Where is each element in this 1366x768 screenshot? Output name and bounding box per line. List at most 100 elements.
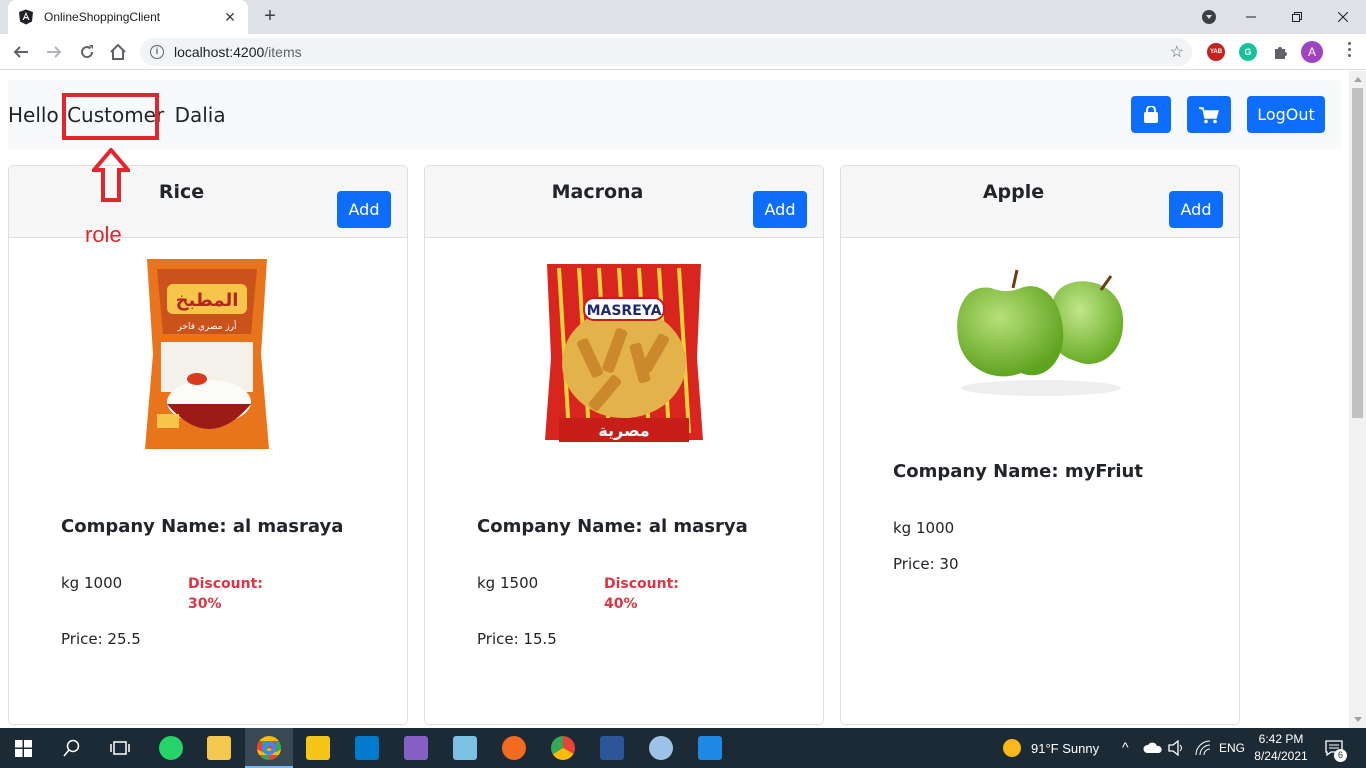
browser-menu-icon[interactable] (1348, 42, 1352, 60)
new-tab-button[interactable]: + (258, 5, 282, 29)
product-price: Price: 25.5 (61, 630, 141, 648)
volume-icon[interactable] (1168, 740, 1186, 756)
windows-start-icon[interactable] (15, 740, 32, 757)
product-price: Price: 30 (893, 555, 959, 573)
browser-tab[interactable]: OnlineShoppingClient ✕ (8, 0, 248, 34)
word-icon[interactable] (600, 736, 624, 760)
product-title: Apple (982, 181, 1045, 203)
svg-text:أرز مصري فاخر: أرز مصري فاخر (176, 320, 236, 332)
company-name: Company Name: al masrya (477, 516, 748, 537)
file-explorer-icon[interactable] (207, 736, 231, 760)
forward-button[interactable] (42, 40, 66, 64)
cart-button[interactable] (1187, 96, 1231, 133)
paint-icon[interactable] (649, 736, 673, 760)
product-price: Price: 15.5 (477, 630, 557, 648)
product-discount: Discount: 40% (604, 576, 679, 612)
postman-icon[interactable] (502, 736, 526, 760)
close-window-button[interactable] (1320, 0, 1366, 34)
product-card-rice: Rice Add المطبخ أرز مصري فاخر Company Na… (8, 165, 408, 725)
page-scrollbar[interactable] (1349, 71, 1366, 728)
shopping-bag-icon (1144, 105, 1158, 123)
minimize-button[interactable] (1228, 0, 1274, 34)
role-highlight-box (62, 93, 159, 140)
role-annotation-label: role (85, 222, 122, 247)
greeting-user-name: Dalia (174, 103, 226, 127)
whatsapp-icon[interactable] (159, 736, 183, 760)
shopping-cart-icon (1199, 106, 1219, 123)
chrome-icon-2[interactable] (551, 736, 575, 760)
site-info-icon[interactable]: i (150, 45, 164, 59)
add-to-cart-button[interactable]: Add (337, 191, 391, 228)
profile-avatar[interactable]: A (1301, 41, 1323, 63)
orders-button[interactable] (1131, 96, 1171, 133)
tab-close-icon[interactable]: ✕ (222, 9, 238, 26)
add-to-cart-button[interactable]: Add (1169, 191, 1223, 228)
product-quantity: kg 1000 (61, 574, 123, 592)
company-name: Company Name: al masraya (61, 516, 344, 537)
restore-icon (1292, 12, 1302, 22)
svg-text:مصرية: مصرية (598, 421, 649, 440)
product-card-apple: Apple Add Company Name: myFriut kg 1000 … (840, 165, 1240, 725)
sun-weather-icon[interactable] (1003, 739, 1021, 757)
notepad-icon[interactable] (453, 736, 477, 760)
rice-bag-image: المطبخ أرز مصري فاخر (145, 259, 269, 449)
scroll-down-icon[interactable] (1354, 717, 1362, 722)
scroll-thumb[interactable] (1352, 88, 1363, 418)
notification-count-badge: 6 (1334, 749, 1347, 762)
close-icon (1338, 12, 1348, 22)
product-quantity: kg 1000 (893, 519, 955, 537)
product-card-macrona: Macrona Add MASREYA مصرية Company Name: … (424, 165, 824, 725)
up-arrow-annotation-icon (92, 148, 130, 202)
home-button[interactable] (106, 40, 130, 64)
add-to-cart-button[interactable]: Add (753, 191, 807, 228)
url-text: localhost:4200/items (174, 44, 302, 60)
home-icon (110, 43, 126, 60)
tab-search-icon[interactable] (1202, 10, 1216, 24)
grammarly-extension-icon[interactable]: G (1239, 43, 1257, 61)
search-icon[interactable] (63, 739, 81, 757)
reload-icon (81, 45, 94, 59)
bookmark-star-icon[interactable]: ☆ (1170, 42, 1184, 62)
tab-title: OnlineShoppingClient (44, 10, 161, 24)
onedrive-cloud-icon[interactable] (1143, 742, 1163, 754)
arrow-right-icon (47, 46, 62, 58)
wifi-icon[interactable] (1195, 740, 1211, 756)
product-discount: Discount: 30% (188, 576, 263, 612)
greeting-hello: Hello (8, 103, 59, 127)
product-title: Rice (158, 181, 205, 203)
visual-studio-icon[interactable] (404, 736, 428, 760)
vscode-icon[interactable] (355, 736, 379, 760)
scroll-up-icon[interactable] (1354, 77, 1362, 82)
language-indicator[interactable]: ENG (1219, 741, 1245, 755)
page-viewport: Hello Customer Dalia LogOut Rice Add الم… (0, 71, 1349, 728)
windows-taskbar: 91°F Sunny ^ ENG 6:42 PM 8/24/2021 6 (0, 728, 1366, 768)
photos-icon[interactable] (698, 736, 722, 760)
angular-icon (19, 9, 33, 25)
product-quantity: kg 1500 (477, 574, 539, 592)
chrome-icon[interactable] (257, 736, 281, 760)
task-view-icon[interactable] (110, 739, 130, 757)
yab-extension-icon[interactable]: YAB (1207, 43, 1225, 61)
minimize-icon (1246, 16, 1256, 18)
company-name: Company Name: myFriut (893, 461, 1143, 482)
green-apples-image (957, 269, 1124, 396)
clock-time[interactable]: 6:42 PM (1256, 732, 1306, 746)
product-title: Macrona (551, 181, 644, 203)
card-header: Macrona Add (425, 166, 823, 238)
arrow-left-icon (13, 46, 28, 58)
snipping-tool-icon[interactable] (306, 736, 330, 760)
card-header: Rice Add (9, 166, 407, 238)
tray-chevron-up-icon[interactable]: ^ (1122, 739, 1129, 755)
back-button[interactable] (9, 40, 33, 64)
browser-tab-bar: OnlineShoppingClient ✕ + (0, 0, 1366, 34)
reload-button[interactable] (75, 40, 99, 64)
restore-button[interactable] (1274, 0, 1320, 34)
pasta-bag-image: MASREYA مصرية (545, 264, 703, 442)
svg-text:المطبخ: المطبخ (176, 290, 239, 311)
extensions-puzzle-icon[interactable] (1271, 43, 1289, 61)
logout-button[interactable]: LogOut (1247, 96, 1325, 133)
svg-text:MASREYA: MASREYA (587, 303, 662, 319)
weather-text[interactable]: 91°F Sunny (1031, 741, 1099, 756)
clock-date[interactable]: 8/24/2021 (1252, 749, 1310, 763)
address-bar[interactable]: i localhost:4200/items ☆ (140, 38, 1192, 66)
